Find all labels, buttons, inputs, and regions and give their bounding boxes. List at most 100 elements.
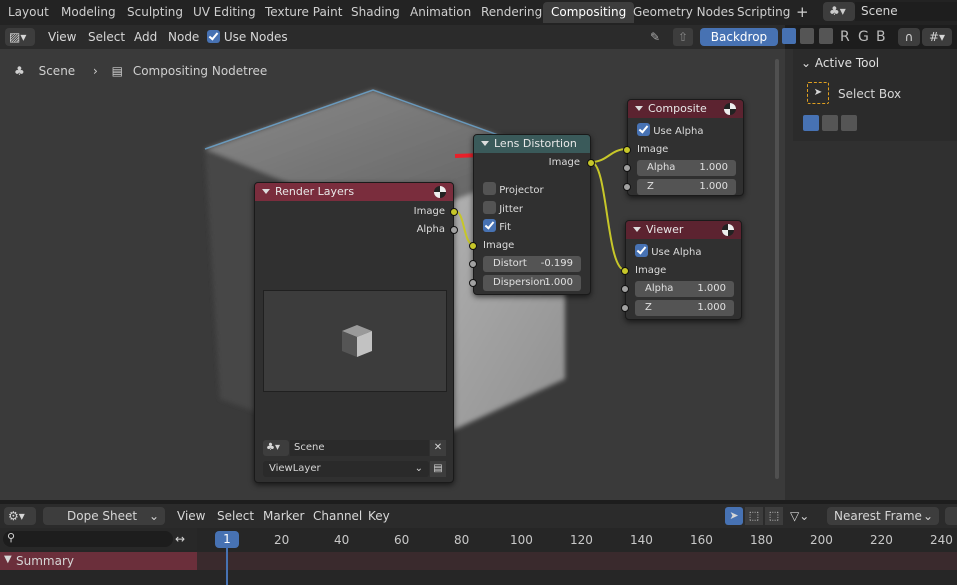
in-image-socket[interactable] — [469, 242, 477, 250]
editor-type-icon[interactable]: ⚙▾ — [4, 507, 36, 525]
z-field[interactable]: Z 1.000 — [637, 179, 736, 195]
viewer-header[interactable]: Viewer — [626, 221, 741, 239]
tab-shading[interactable]: Shading — [343, 2, 408, 23]
menu-view[interactable]: View — [177, 507, 205, 525]
in-image-socket[interactable] — [621, 267, 629, 275]
backdrop-alpha-icon[interactable] — [819, 28, 833, 44]
tab-geometry-nodes[interactable]: Geometry Nodes — [625, 2, 742, 23]
projector-toggle[interactable]: Projector — [483, 182, 544, 196]
render-layers-header[interactable]: Render Layers — [255, 183, 453, 201]
snap-settings-icon[interactable]: #▾ — [922, 28, 952, 46]
render-layers-node[interactable]: Render Layers Image Alpha ♣▾ Scene ✕ Vie… — [254, 182, 458, 483]
menu-select[interactable]: Select — [88, 28, 125, 46]
dispersion-field[interactable]: Dispersion 1.000 — [483, 275, 581, 291]
box-select-icon[interactable]: ⬚ — [745, 507, 763, 525]
editor-type-icon[interactable]: ▨▾ — [5, 28, 35, 46]
close-icon[interactable]: ✕ — [430, 440, 446, 456]
snap-mode-dropdown[interactable]: Nearest Frame ⌄ — [827, 507, 939, 525]
tab-layout[interactable]: Layout — [0, 2, 57, 23]
menu-channel[interactable]: Channel — [313, 507, 362, 525]
use-alpha-toggle[interactable]: Use Alpha — [635, 244, 701, 258]
backdrop-color-alpha-icon[interactable] — [782, 28, 796, 44]
pin-icon[interactable]: ✎ — [650, 28, 660, 46]
select-tool-icon[interactable]: ➤ — [725, 507, 743, 525]
dispersion-socket[interactable] — [469, 279, 477, 287]
vertical-scrollbar[interactable] — [775, 59, 779, 479]
composite-header[interactable]: Composite — [628, 100, 743, 118]
lens-distortion-node[interactable]: Lens Distortion Image Projector Jitter F… — [469, 134, 595, 295]
channel-b[interactable]: B — [876, 28, 886, 46]
snap-icon[interactable]: ∩ — [898, 28, 920, 46]
scene-field[interactable]: Scene — [290, 440, 429, 456]
mode-extend-icon[interactable] — [822, 115, 838, 131]
menu-add[interactable]: Add — [134, 28, 157, 46]
lens-distortion-header[interactable]: Lens Distortion — [474, 135, 590, 153]
proportional-edit-icon[interactable] — [945, 507, 957, 525]
in-image-socket[interactable] — [623, 146, 631, 154]
fit-toggle[interactable]: Fit — [483, 219, 511, 233]
backdrop-color-icon[interactable] — [800, 28, 814, 44]
menu-marker[interactable]: Marker — [263, 507, 304, 525]
breadcrumb-tree: Compositing Nodetree — [132, 64, 268, 78]
playhead-line[interactable] — [226, 543, 228, 585]
menu-view[interactable]: View — [48, 28, 76, 46]
node-editor-canvas[interactable]: ♣ Scene › ▤ Compositing Nodetree Render … — [0, 49, 785, 500]
tweak-icon[interactable]: ⬚ — [765, 507, 783, 525]
alpha-field[interactable]: Alpha 1.000 — [635, 281, 734, 297]
fit-checkbox[interactable] — [483, 219, 496, 232]
z-field[interactable]: Z 1.000 — [635, 300, 734, 316]
view-layer-field[interactable]: ViewLayer ⌄ — [263, 461, 429, 477]
jitter-checkbox[interactable] — [483, 201, 496, 214]
distort-socket[interactable] — [469, 260, 477, 268]
z-socket[interactable] — [623, 183, 631, 191]
sync-visible-range-icon[interactable]: ↔ — [175, 531, 193, 547]
scene-name-field[interactable]: Scene — [855, 2, 957, 21]
summary-track[interactable] — [197, 552, 957, 570]
out-image-socket[interactable] — [587, 159, 595, 167]
tab-rendering[interactable]: Rendering — [473, 2, 550, 23]
use-alpha-checkbox[interactable] — [635, 244, 648, 257]
tool-sidebar: ⌄ Active Tool ➤ Select Box — [785, 49, 957, 500]
viewer-node[interactable]: Viewer Use Alpha Image Alpha 1.000 Z 1.000 — [621, 220, 742, 320]
menu-select[interactable]: Select — [217, 507, 254, 525]
parent-tree-icon[interactable]: ⇧ — [673, 28, 693, 46]
use-nodes-toggle[interactable]: Use Nodes — [207, 28, 288, 46]
composite-node[interactable]: Composite Use Alpha Image Alpha 1.000 Z 1.… — [623, 99, 744, 196]
backdrop-toggle[interactable]: Backdrop — [700, 28, 778, 46]
tab-sculpting[interactable]: Sculpting — [119, 2, 191, 23]
mode-new-icon[interactable] — [803, 115, 819, 131]
distort-field[interactable]: Distort -0.199 — [483, 256, 581, 272]
channel-r[interactable]: R — [840, 28, 850, 46]
current-frame-indicator[interactable]: 1 — [215, 531, 239, 548]
tab-compositing[interactable]: Compositing — [543, 2, 635, 23]
filter-icon[interactable]: ▽⌄ — [790, 507, 822, 525]
scene-selector-icon[interactable]: ♣▾ — [823, 2, 855, 21]
out-alpha-socket[interactable] — [450, 226, 458, 234]
select-box-icon[interactable]: ➤ — [807, 82, 829, 104]
tab-uv-editing[interactable]: UV Editing — [185, 2, 264, 23]
use-alpha-checkbox[interactable] — [637, 123, 650, 136]
channel-search-input[interactable]: ⚲ — [3, 531, 173, 547]
summary-channel[interactable]: ▼ Summary — [0, 552, 197, 570]
projector-checkbox[interactable] — [483, 182, 496, 195]
dope-sheet-mode-dropdown[interactable]: Dope Sheet ⌄ — [43, 507, 165, 525]
use-alpha-toggle[interactable]: Use Alpha — [637, 123, 703, 137]
out-image-socket[interactable] — [450, 208, 458, 216]
tab-animation[interactable]: Animation — [402, 2, 479, 23]
add-workspace-button[interactable]: + — [788, 2, 817, 23]
menu-key[interactable]: Key — [368, 507, 390, 525]
tab-modeling[interactable]: Modeling — [53, 2, 124, 23]
alpha-socket[interactable] — [621, 285, 629, 293]
tab-texture-paint[interactable]: Texture Paint — [257, 2, 350, 23]
menu-node[interactable]: Node — [168, 28, 199, 46]
use-nodes-checkbox[interactable] — [207, 30, 220, 43]
mode-subtract-icon[interactable] — [841, 115, 857, 131]
scene-browse-icon[interactable]: ♣▾ — [263, 440, 289, 456]
render-view-layer-icon[interactable]: ▤ — [430, 461, 446, 477]
alpha-field[interactable]: Alpha 1.000 — [637, 160, 736, 176]
active-tool-header[interactable]: ⌄ Active Tool — [801, 56, 879, 70]
alpha-socket[interactable] — [623, 164, 631, 172]
jitter-toggle[interactable]: Jitter — [483, 201, 523, 215]
z-socket[interactable] — [621, 304, 629, 312]
channel-g[interactable]: G — [858, 28, 869, 46]
